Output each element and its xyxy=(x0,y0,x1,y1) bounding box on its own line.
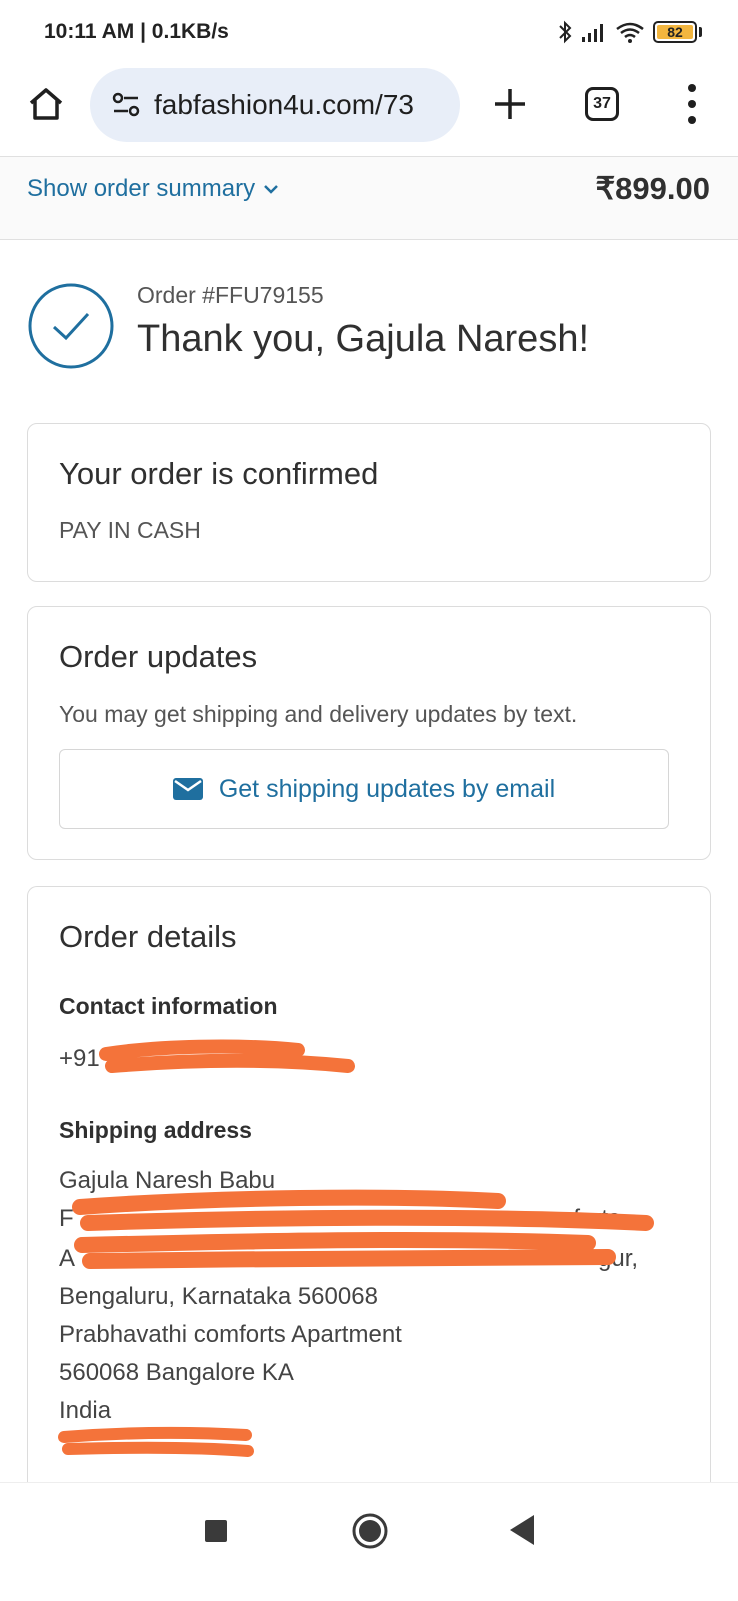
address-pin: 560068 Bangalore KA xyxy=(59,1359,294,1386)
payment-method: PAY IN CASH xyxy=(59,517,201,543)
order-updates-title: Order updates xyxy=(59,639,258,674)
thank-you-heading: Thank you, Gajula Naresh! xyxy=(137,318,590,360)
wifi-icon xyxy=(616,22,644,43)
tab-count: 37 xyxy=(593,95,611,112)
order-summary-bar: Show order summary ₹899.00 xyxy=(0,156,738,240)
battery-icon: 82 xyxy=(653,21,697,43)
status-bar: 10:11 AM | 0.1KB/s 82 xyxy=(0,0,738,64)
home-nav-button[interactable] xyxy=(351,1512,389,1550)
address-country: India xyxy=(59,1397,112,1424)
address-bar[interactable]: fabfashion4u.com/73 xyxy=(90,68,460,142)
home-icon xyxy=(29,88,63,120)
back-nav-button[interactable] xyxy=(508,1513,536,1547)
battery-level: 82 xyxy=(667,24,683,40)
order-confirmed-card: Your order is confirmed PAY IN CASH xyxy=(27,423,711,582)
order-updates-text: You may get shipping and delivery update… xyxy=(59,701,578,727)
address-apartment: Prabhavathi comforts Apartment xyxy=(59,1321,402,1348)
redaction-mark-phone xyxy=(58,1426,254,1457)
site-settings-icon[interactable] xyxy=(110,89,142,121)
contact-phone: +91 xyxy=(59,1045,100,1072)
redaction-mark xyxy=(99,1039,355,1073)
tab-switcher-icon[interactable]: 37 xyxy=(585,87,619,121)
shipping-address-label: Shipping address xyxy=(59,1117,252,1143)
order-number: Order #FFU79155 xyxy=(137,282,324,308)
order-details-title: Order details xyxy=(59,919,237,954)
order-total: ₹899.00 xyxy=(595,171,710,206)
status-icons: 82 xyxy=(557,18,702,46)
mail-icon xyxy=(172,778,203,800)
status-time: 10:11 AM | 0.1KB/s xyxy=(44,20,229,43)
order-details-card: Order details Contact information +91 Sh… xyxy=(27,886,711,1506)
browser-toolbar: fabfashion4u.com/73 37 xyxy=(0,64,738,156)
email-updates-button[interactable]: Get shipping updates by email xyxy=(59,749,669,829)
address-city: Bengaluru, Karnataka 560068 xyxy=(59,1283,378,1310)
email-updates-label: Get shipping updates by email xyxy=(218,774,556,803)
chevron-down-icon xyxy=(264,185,278,194)
confirmation-header: Order #FFU79155 Thank you, Gajula Naresh… xyxy=(27,282,727,382)
home-button[interactable] xyxy=(24,82,68,126)
bluetooth-icon xyxy=(559,20,572,44)
summary-toggle-label: Show order summary xyxy=(27,175,256,202)
check-circle-icon xyxy=(28,283,114,369)
redaction-mark-address xyxy=(72,1189,654,1269)
recents-button[interactable] xyxy=(205,1520,227,1542)
signal-icon xyxy=(582,24,603,42)
show-order-summary-toggle[interactable]: Show order summary xyxy=(27,175,279,203)
order-confirmed-title: Your order is confirmed xyxy=(59,456,379,491)
url-text: fabfashion4u.com/73 xyxy=(154,89,414,120)
new-tab-icon[interactable] xyxy=(490,84,530,124)
order-updates-card: Order updates You may get shipping and d… xyxy=(27,606,711,860)
more-menu-icon[interactable] xyxy=(680,84,704,124)
system-nav-bar xyxy=(0,1482,738,1601)
contact-info-label: Contact information xyxy=(59,993,278,1019)
